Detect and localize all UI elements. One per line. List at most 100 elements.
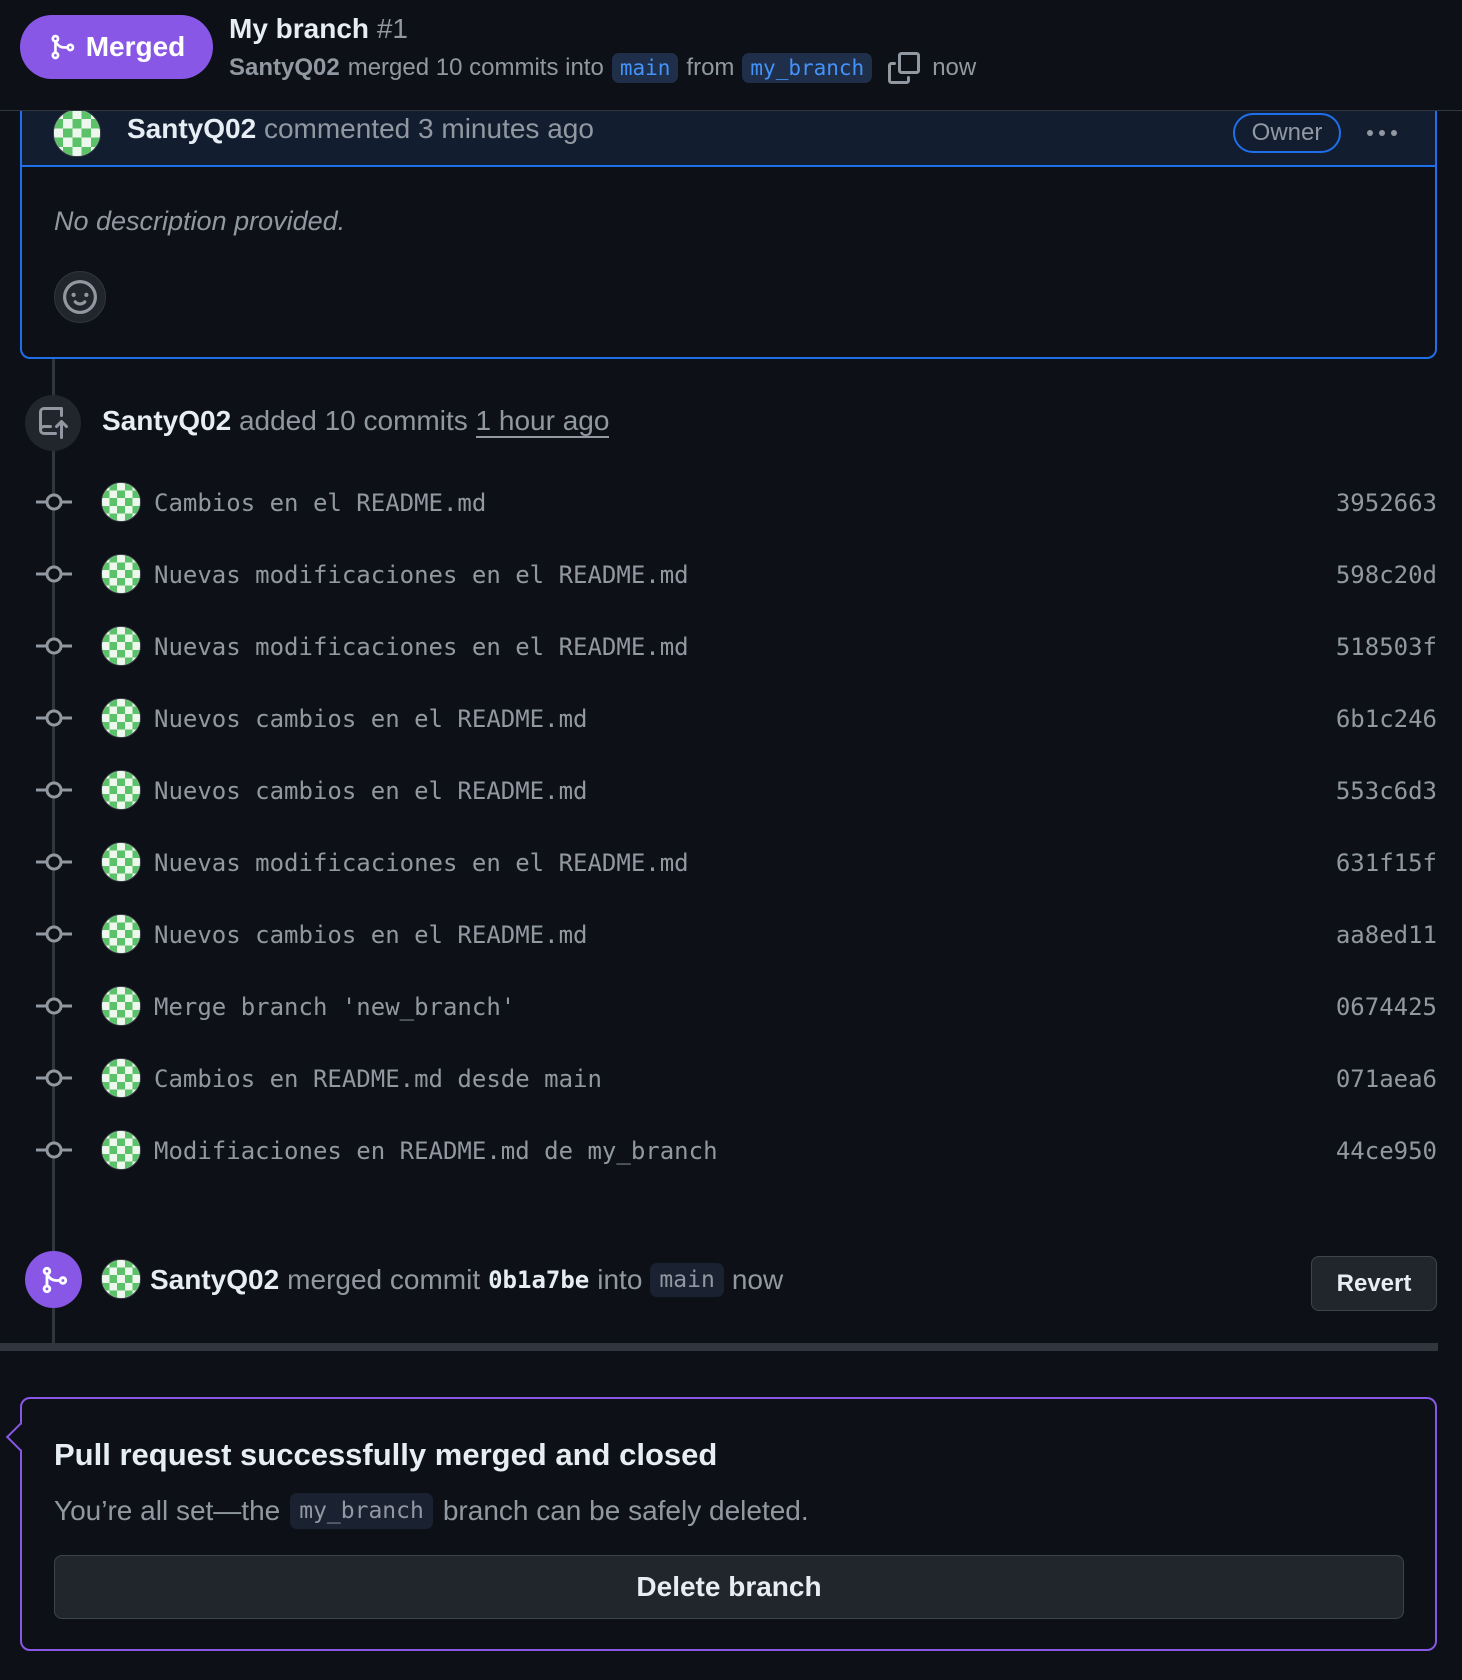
commit-author-avatar[interactable]: [101, 1130, 141, 1170]
commit-row: Cambios en README.md desde main 071aea6: [0, 1049, 1462, 1109]
git-commit-icon: [36, 925, 72, 943]
git-commit-icon: [36, 565, 72, 583]
identicon-avatar: [102, 915, 140, 953]
commit-row: Nuevas modificaciones en el README.md 631…: [0, 833, 1462, 893]
delete-branch-button[interactable]: Delete branch: [54, 1555, 1404, 1619]
identicon-avatar: [102, 771, 140, 809]
commit-sha-link[interactable]: 6b1c246: [1336, 705, 1437, 733]
pr-header: Merged My branch #1 SantyQ02 merged 10 c…: [0, 0, 1462, 111]
pr-description-comment: SantyQ02 commented 3 minutes ago Owner N…: [20, 111, 1437, 359]
pr-number: #1: [376, 13, 408, 44]
merge-event-node: [25, 1251, 82, 1308]
merge-target-branch[interactable]: main: [650, 1263, 724, 1297]
repo-push-icon: [39, 407, 68, 439]
merged-branch-chip[interactable]: my_branch: [290, 1493, 433, 1529]
git-commit-icon: [36, 781, 72, 799]
owner-badge: Owner: [1233, 113, 1341, 153]
commit-message-link[interactable]: Nuevas modificaciones en el README.md: [154, 633, 689, 661]
commit-sha-link[interactable]: 44ce950: [1336, 1137, 1437, 1165]
git-commit-icon: [36, 637, 72, 655]
commit-row: Nuevos cambios en el README.md 6b1c246: [0, 689, 1462, 749]
commit-author-avatar[interactable]: [101, 842, 141, 882]
commit-message-link[interactable]: Nuevos cambios en el README.md: [154, 777, 587, 805]
commit-author-avatar[interactable]: [101, 770, 141, 810]
commit-sha-link[interactable]: 071aea6: [1336, 1065, 1437, 1093]
merged-desc-before: You’re all set—the: [54, 1495, 281, 1526]
git-commit-icon: [36, 1141, 72, 1159]
identicon-avatar: [102, 483, 140, 521]
revert-button[interactable]: Revert: [1311, 1256, 1437, 1311]
merged-status-badge: Merged: [20, 15, 213, 79]
pr-title-text: My branch: [229, 13, 370, 44]
identicon-avatar: [102, 987, 140, 1025]
merge-time[interactable]: now: [732, 1264, 783, 1296]
commit-message-link[interactable]: Nuevas modificaciones en el README.md: [154, 849, 689, 877]
timeline-end-divider: [0, 1343, 1438, 1351]
merged-status-box: Pull request successfully merged and clo…: [5, 1397, 1437, 1651]
comment-author-line: SantyQ02 commented 3 minutes ago: [127, 113, 594, 145]
git-commit-icon: [36, 1069, 72, 1087]
pr-merge-text: merged 10 commits into: [347, 54, 604, 81]
commit-message-link[interactable]: Modifiaciones en README.md de my_branch: [154, 1137, 718, 1165]
merge-commit-sha-link[interactable]: 0b1a7be: [488, 1266, 589, 1294]
commit-row: Nuevas modificaciones en el README.md 598…: [0, 545, 1462, 605]
commit-row: Cambios en el README.md 3952663: [0, 473, 1462, 533]
commit-sha-link[interactable]: 3952663: [1336, 489, 1437, 517]
commit-author-avatar[interactable]: [101, 482, 141, 522]
pr-from-text: from: [686, 54, 735, 81]
merge-author-link[interactable]: SantyQ02: [150, 1264, 279, 1296]
commit-row: Nuevos cambios en el README.md aa8ed11: [0, 905, 1462, 965]
git-commit-icon: [36, 997, 72, 1015]
merge-event-text: SantyQ02 merged commit 0b1a7be into main…: [150, 1260, 783, 1300]
identicon-avatar: [54, 111, 100, 156]
commit-author-avatar[interactable]: [101, 698, 141, 738]
commit-author-avatar[interactable]: [101, 1058, 141, 1098]
commit-sha-link[interactable]: aa8ed11: [1336, 921, 1437, 949]
comment-meta[interactable]: commented 3 minutes ago: [264, 113, 594, 144]
commit-author-avatar[interactable]: [101, 554, 141, 594]
pr-merge-time: now: [932, 54, 977, 81]
identicon-avatar: [102, 699, 140, 737]
commit-sha-link[interactable]: 598c20d: [1336, 561, 1437, 589]
pr-subtitle: SantyQ02 merged 10 commits into main fro…: [229, 50, 976, 86]
push-event-node: [25, 395, 81, 451]
commit-message-link[interactable]: Nuevos cambios en el README.md: [154, 921, 587, 949]
commit-message-link[interactable]: Cambios en el README.md: [154, 489, 486, 517]
commit-sha-link[interactable]: 0674425: [1336, 993, 1437, 1021]
commit-row: Nuevos cambios en el README.md 553c6d3: [0, 761, 1462, 821]
comment-header: SantyQ02 commented 3 minutes ago Owner: [22, 111, 1435, 167]
copy-icon[interactable]: [888, 52, 921, 84]
git-commit-icon: [36, 493, 72, 511]
commit-sha-link[interactable]: 631f15f: [1336, 849, 1437, 877]
push-time-link[interactable]: 1 hour ago: [475, 405, 610, 438]
merged-status-title: Pull request successfully merged and clo…: [54, 1437, 718, 1472]
commit-sha-link[interactable]: 518503f: [1336, 633, 1437, 661]
push-author-link[interactable]: SantyQ02: [102, 405, 231, 436]
commit-message-link[interactable]: Merge branch 'new_branch': [154, 993, 515, 1021]
head-branch-link[interactable]: my_branch: [742, 53, 873, 83]
merge-action-text: merged commit: [287, 1264, 481, 1295]
commit-message-link[interactable]: Cambios en README.md desde main: [154, 1065, 602, 1093]
comment-author-link[interactable]: SantyQ02: [127, 113, 256, 144]
commit-author-avatar[interactable]: [101, 914, 141, 954]
merged-desc-after: branch can be safely deleted.: [442, 1495, 809, 1526]
comment-author-avatar[interactable]: [53, 111, 101, 157]
commit-sha-link[interactable]: 553c6d3: [1336, 777, 1437, 805]
commit-row: Modifiaciones en README.md de my_branch 4…: [0, 1121, 1462, 1181]
commit-message-link[interactable]: Nuevos cambios en el README.md: [154, 705, 587, 733]
commit-author-avatar[interactable]: [101, 986, 141, 1026]
base-branch-link[interactable]: main: [611, 53, 679, 83]
kebab-horizontal-icon[interactable]: [1362, 121, 1402, 145]
git-commit-icon: [36, 853, 72, 871]
box-pointer: [5, 1422, 35, 1452]
commit-author-avatar[interactable]: [101, 626, 141, 666]
push-event-text: SantyQ02 added 10 commits 1 hour ago: [102, 405, 610, 438]
commit-message-link[interactable]: Nuevas modificaciones en el README.md: [154, 561, 689, 589]
commit-row: Nuevas modificaciones en el README.md 518…: [0, 617, 1462, 677]
git-merge-icon: [42, 1266, 67, 1293]
merge-into-text: into: [597, 1264, 643, 1295]
add-reaction-button[interactable]: [54, 271, 106, 323]
merge-author-avatar[interactable]: [101, 1259, 141, 1299]
pr-author-link[interactable]: SantyQ02: [229, 54, 340, 82]
identicon-avatar: [102, 627, 140, 665]
